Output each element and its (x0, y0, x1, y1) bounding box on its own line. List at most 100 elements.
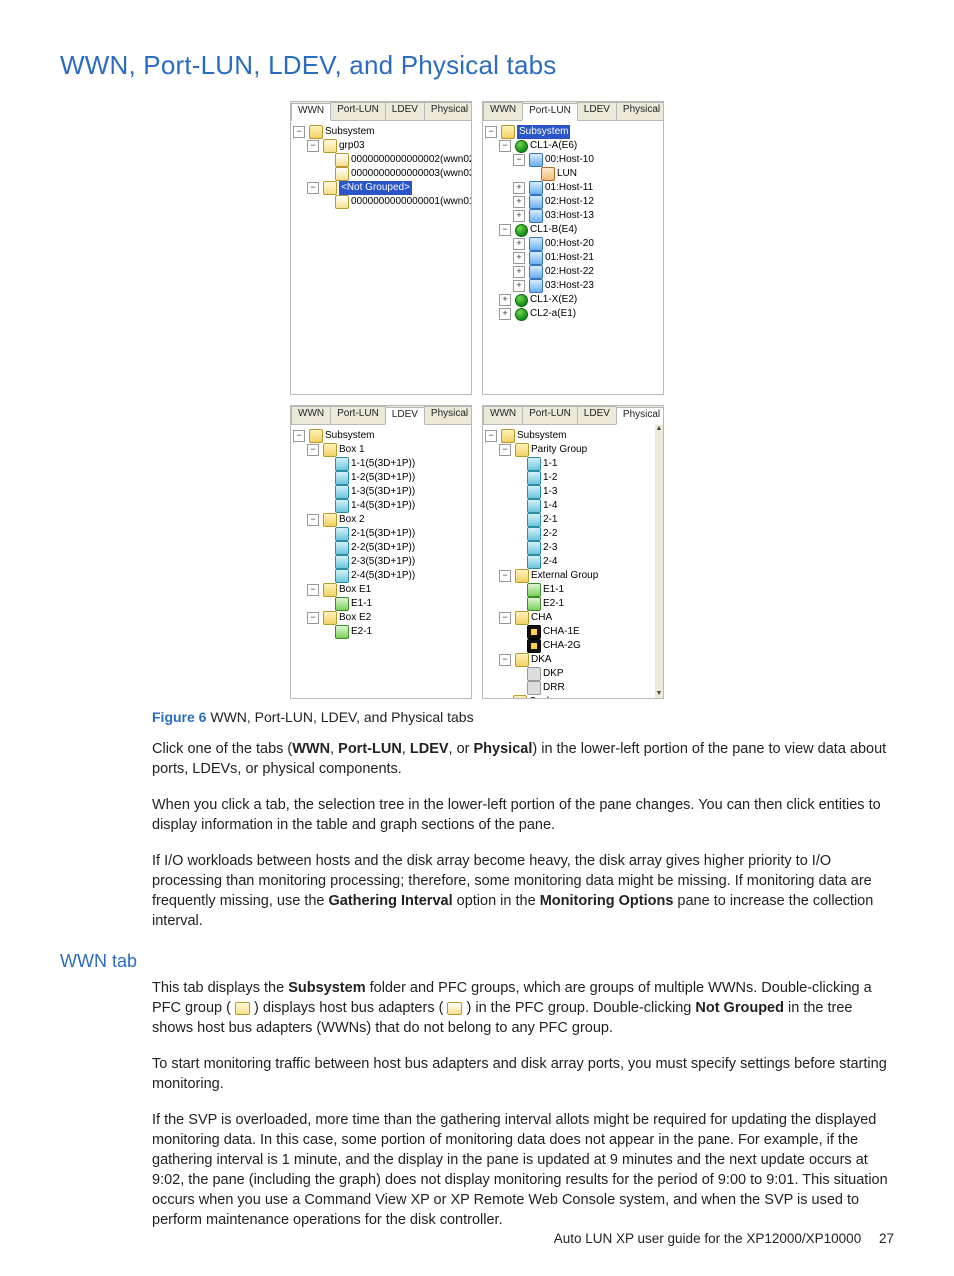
expand-icon[interactable]: + (513, 210, 525, 222)
tree-item[interactable]: CL1-X(E2) (530, 293, 577, 307)
tree-item[interactable]: E1-1 (543, 583, 564, 597)
tree-item[interactable]: 2-4 (543, 555, 557, 569)
tree-item[interactable]: 02:Host-22 (545, 265, 594, 279)
tab-ldev[interactable]: LDEV (385, 407, 425, 425)
scrollbar[interactable]: ▲▼ (655, 424, 663, 698)
tree-item[interactable]: 1-1(5(3D+1P)) (351, 457, 415, 471)
tree-item[interactable]: CHA (531, 611, 552, 625)
tab-physical[interactable]: Physical (616, 102, 664, 120)
tree-item[interactable]: E1-1 (351, 597, 372, 611)
tree-item[interactable]: 2-2 (543, 527, 557, 541)
tree-item[interactable]: 1-3 (543, 485, 557, 499)
tab-portlun[interactable]: Port-LUN (522, 406, 578, 424)
tree-root[interactable]: Subsystem (517, 125, 570, 139)
tab-portlun[interactable]: Port-LUN (330, 102, 386, 120)
expand-icon[interactable]: − (307, 612, 319, 624)
expand-icon[interactable]: + (513, 196, 525, 208)
expand-icon[interactable]: − (499, 140, 511, 152)
tree-item[interactable]: DKA (531, 653, 552, 667)
tab-ldev[interactable]: LDEV (577, 406, 617, 424)
tab-wwn[interactable]: WWN (291, 406, 331, 424)
tree-item[interactable]: 1-3(5(3D+1P)) (351, 485, 415, 499)
tree-item[interactable]: CHA-1E (543, 625, 580, 639)
tab-physical[interactable]: Physical (424, 102, 472, 120)
expand-icon[interactable]: − (307, 182, 319, 194)
tree-item[interactable]: 01:Host-11 (545, 181, 593, 195)
expand-icon[interactable]: − (307, 444, 319, 456)
expand-icon[interactable]: + (499, 308, 511, 320)
tree-item[interactable]: CL2-a(E1) (530, 307, 576, 321)
tab-wwn[interactable]: WWN (483, 406, 523, 424)
expand-icon[interactable]: − (307, 140, 319, 152)
tree-wwn[interactable]: − Subsystem − grp03 0000000000000002(wwn… (291, 121, 471, 395)
tree-item[interactable]: External Group (531, 569, 598, 583)
tree-item[interactable]: Box E1 (339, 583, 371, 597)
tree-item[interactable]: CL1-A(E6) (530, 139, 577, 153)
tree-item[interactable]: DKP (543, 667, 564, 681)
expand-icon[interactable]: + (513, 252, 525, 264)
tab-portlun[interactable]: Port-LUN (522, 103, 578, 121)
tree-item[interactable]: DRR (543, 681, 565, 695)
tree-item[interactable]: E2-1 (351, 625, 372, 639)
tree-item[interactable]: 0000000000000003(wwn03) (351, 167, 471, 181)
tree-item[interactable]: grp03 (339, 139, 365, 153)
tree-item[interactable]: CL1-B(E4) (530, 223, 577, 237)
tree-item[interactable]: 1-2(5(3D+1P)) (351, 471, 415, 485)
tree-item[interactable]: 03:Host-13 (545, 209, 594, 223)
tab-wwn[interactable]: WWN (483, 102, 523, 120)
expand-icon[interactable]: − (307, 514, 319, 526)
tree-item[interactable]: E2-1 (543, 597, 564, 611)
expand-icon[interactable]: − (499, 224, 511, 236)
tree-portlun[interactable]: − Subsystem − CL1-A(E6) − 00:Host-10 LUN… (483, 121, 663, 395)
tree-item[interactable]: Parity Group (531, 443, 587, 457)
tree-item[interactable]: 2-1 (543, 513, 557, 527)
tree-item[interactable]: 2-1(5(3D+1P)) (351, 527, 415, 541)
tree-item[interactable]: 1-4 (543, 499, 557, 513)
tree-item[interactable]: 00:Host-10 (545, 153, 594, 167)
expand-icon[interactable]: − (499, 444, 511, 456)
tab-portlun[interactable]: Port-LUN (330, 406, 386, 424)
tree-item[interactable]: 1-1 (543, 457, 557, 471)
tree-item[interactable]: 00:Host-20 (545, 237, 594, 251)
expand-icon[interactable]: − (513, 154, 525, 166)
tree-item[interactable]: LUN (557, 167, 577, 181)
tree-item[interactable]: 0000000000000001(wwn01) (351, 195, 471, 209)
expand-icon[interactable]: + (513, 238, 525, 250)
expand-icon[interactable]: + (499, 294, 511, 306)
tree-item[interactable]: Box E2 (339, 611, 371, 625)
expand-icon[interactable]: − (293, 126, 305, 138)
tab-ldev[interactable]: LDEV (577, 102, 617, 120)
tree-item[interactable]: 03:Host-23 (545, 279, 594, 293)
expand-icon[interactable]: − (499, 570, 511, 582)
expand-icon[interactable]: − (307, 584, 319, 596)
expand-icon[interactable]: + (513, 280, 525, 292)
expand-icon[interactable]: − (485, 430, 497, 442)
tab-physical[interactable]: Physical (424, 406, 472, 424)
expand-icon[interactable]: − (499, 612, 511, 624)
tree-item[interactable]: 0000000000000002(wwn02) (351, 153, 471, 167)
tree-item[interactable]: 02:Host-12 (545, 195, 594, 209)
tree-item-selected[interactable]: <Not Grouped> (339, 181, 412, 195)
tab-ldev[interactable]: LDEV (385, 102, 425, 120)
tree-item[interactable]: CHA-2G (543, 639, 581, 653)
tree-item[interactable]: 01:Host-21 (545, 251, 594, 265)
tab-physical[interactable]: Physical (616, 407, 664, 425)
tree-item[interactable]: 2-3 (543, 541, 557, 555)
expand-icon[interactable]: − (499, 654, 511, 666)
tree-item[interactable]: Cache (529, 695, 558, 699)
tree-item[interactable]: 1-4(5(3D+1P)) (351, 499, 415, 513)
tree-item[interactable]: 1-2 (543, 471, 557, 485)
expand-icon[interactable]: − (293, 430, 305, 442)
expand-icon[interactable]: + (513, 182, 525, 194)
tab-wwn[interactable]: WWN (291, 103, 331, 121)
tree-item[interactable]: Box 2 (339, 513, 365, 527)
tree-item[interactable]: 2-2(5(3D+1P)) (351, 541, 415, 555)
expand-icon[interactable]: + (513, 266, 525, 278)
expand-icon[interactable]: − (485, 126, 497, 138)
tree-item[interactable]: 2-3(5(3D+1P)) (351, 555, 415, 569)
pfc-group-icon (323, 139, 337, 153)
tree-ldev[interactable]: − Subsystem − Box 1 1-1(5(3D+1P)) 1-2(5(… (291, 425, 471, 699)
tree-item[interactable]: Box 1 (339, 443, 365, 457)
tree-item[interactable]: 2-4(5(3D+1P)) (351, 569, 415, 583)
tree-physical[interactable]: − Subsystem − Parity Group 1-1 1-2 1-3 1… (483, 425, 663, 699)
